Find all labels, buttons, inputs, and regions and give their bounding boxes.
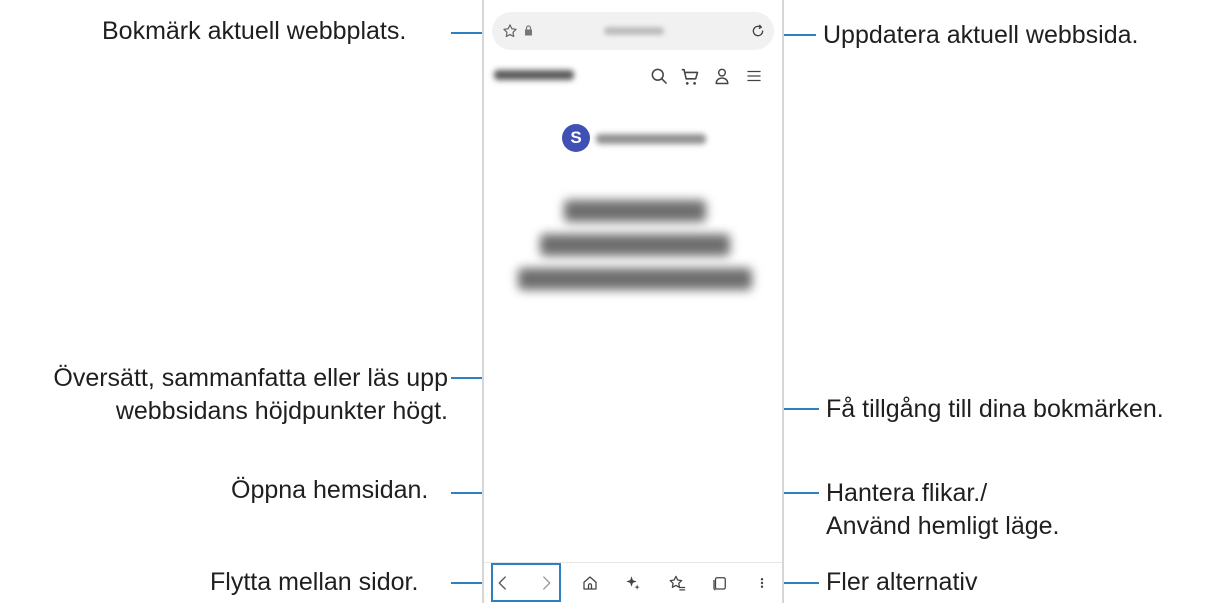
search-icon[interactable] <box>649 66 669 86</box>
ai-sparkle-icon[interactable] <box>624 574 642 592</box>
browser-screen: S <box>482 0 784 603</box>
refresh-icon[interactable] <box>750 23 766 39</box>
url-text-blurred <box>604 27 664 35</box>
callout-tabs-line1: Hantera flikar./ <box>826 479 988 507</box>
callout-bookmarks-access: Få tillgång till dina bokmärken. <box>826 395 1164 423</box>
callout-translate-line1: Översätt, sammanfatta eller läs upp <box>53 364 448 392</box>
menu-icon[interactable] <box>745 67 763 85</box>
callout-translate-line2: webbsidans höjdpunkter högt. <box>115 397 448 425</box>
callout-refresh: Uppdatera aktuell webbsida. <box>823 21 1139 49</box>
callout-translate: Översätt, sammanfatta eller läs upp webb… <box>8 362 448 428</box>
home-icon[interactable] <box>581 574 599 592</box>
app-name-blurred <box>596 134 706 144</box>
callout-bookmark-site: Bokmärk aktuell webbplats. <box>102 17 407 45</box>
url-bar[interactable] <box>492 12 774 50</box>
back-forward-highlight <box>491 563 561 602</box>
more-options-icon[interactable] <box>756 574 768 592</box>
bookmarks-icon[interactable] <box>668 574 687 593</box>
user-icon[interactable] <box>712 66 732 86</box>
lock-icon <box>525 25 532 36</box>
star-outline-icon[interactable] <box>502 23 518 39</box>
hero-text-line2-blurred <box>540 234 730 256</box>
site-app-logo: S <box>562 124 590 152</box>
hero-text-line1-blurred <box>564 200 706 222</box>
cart-icon[interactable] <box>679 66 701 88</box>
callout-move-pages: Flytta mellan sidor. <box>210 568 419 596</box>
hero-text-line3-blurred <box>518 268 752 290</box>
callout-tabs: Hantera flikar./ Använd hemligt läge. <box>826 477 1059 543</box>
callout-more-options: Fler alternativ <box>826 568 978 596</box>
site-logo-blurred <box>494 70 574 80</box>
tabs-icon[interactable] <box>711 574 729 592</box>
callout-tabs-line2: Använd hemligt läge. <box>826 512 1060 540</box>
callout-open-home: Öppna hemsidan. <box>231 476 429 504</box>
